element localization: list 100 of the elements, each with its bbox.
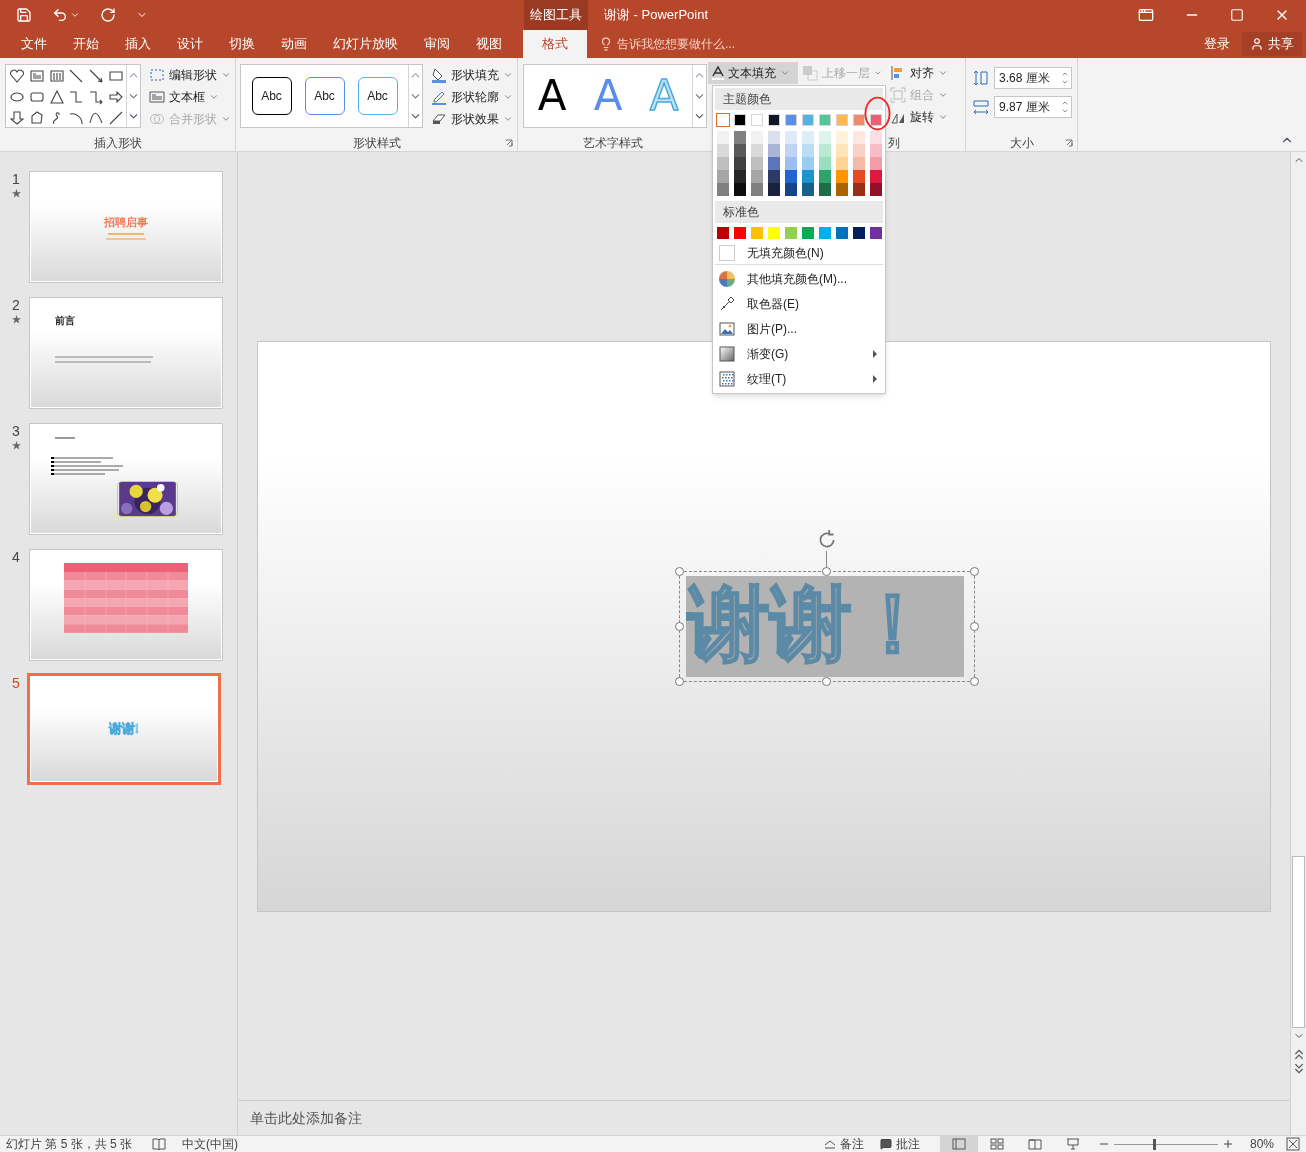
elbow-connector-icon[interactable] (68, 89, 85, 105)
color-swatch[interactable] (768, 131, 780, 144)
menu-item[interactable]: 其他填充颜色(M)... (713, 266, 885, 291)
color-swatch[interactable] (751, 170, 763, 183)
color-swatch[interactable] (836, 144, 848, 157)
color-swatch[interactable] (717, 157, 729, 170)
color-swatch[interactable] (785, 144, 797, 157)
dialog-launcher-icon[interactable] (1065, 139, 1073, 147)
ribbon-tab[interactable]: 文件 (8, 30, 60, 58)
color-swatch[interactable] (734, 227, 746, 239)
ribbon-command[interactable]: 对齐 (886, 62, 965, 84)
spellcheck-icon[interactable] (152, 1137, 167, 1151)
color-swatch[interactable] (751, 157, 763, 170)
menu-item[interactable]: 纹理(T) (713, 366, 885, 391)
next-slide-icon[interactable] (1292, 1063, 1305, 1075)
down-arrow-icon[interactable] (9, 110, 25, 126)
spin-down-icon[interactable] (1061, 78, 1069, 86)
wordart-style-preset[interactable]: A (537, 75, 567, 117)
ribbon-tab[interactable]: 幻灯片放映 (320, 30, 411, 58)
ribbon-tab[interactable]: 格式 (523, 30, 587, 58)
resize-handle[interactable] (970, 621, 979, 631)
color-swatch[interactable] (734, 157, 746, 170)
color-swatch[interactable] (751, 131, 763, 144)
slide-thumbnail[interactable] (29, 549, 223, 661)
color-swatch[interactable] (836, 227, 848, 239)
color-swatch[interactable] (785, 114, 797, 126)
color-swatch[interactable] (853, 131, 865, 144)
shape-style-preset[interactable]: Abc (304, 77, 345, 115)
color-swatch[interactable] (853, 114, 865, 126)
slide-thumbnail[interactable]: 前言 (29, 297, 223, 409)
elbow-arrow-icon[interactable] (88, 89, 105, 105)
save-icon[interactable] (16, 7, 32, 23)
color-swatch[interactable] (819, 227, 831, 239)
resize-handle[interactable] (822, 566, 831, 576)
color-swatch[interactable] (768, 170, 780, 183)
color-swatch[interactable] (802, 144, 814, 157)
heart-icon[interactable] (9, 68, 25, 84)
color-swatch[interactable] (751, 183, 763, 196)
menu-item[interactable]: 无填充颜色(N) (713, 242, 885, 263)
color-swatch[interactable] (819, 114, 831, 126)
ribbon-command[interactable]: 形状效果 (427, 108, 517, 130)
color-swatch[interactable] (819, 170, 831, 183)
color-swatch[interactable] (768, 114, 780, 126)
color-swatch[interactable] (768, 157, 780, 170)
color-swatch[interactable] (802, 131, 814, 144)
color-swatch[interactable] (717, 131, 729, 144)
sign-in-link[interactable]: 登录 (1192, 30, 1242, 58)
color-swatch[interactable] (853, 227, 865, 239)
color-swatch[interactable] (734, 114, 746, 126)
repeat-icon[interactable] (100, 7, 116, 23)
color-swatch[interactable] (734, 131, 746, 144)
color-swatch[interactable] (785, 131, 797, 144)
caret-icon[interactable] (70, 10, 80, 20)
color-swatch[interactable] (717, 227, 729, 239)
color-swatch[interactable] (768, 183, 780, 196)
resize-handle[interactable] (675, 621, 684, 631)
fit-slide-icon[interactable] (1286, 1137, 1300, 1151)
color-swatch[interactable] (870, 114, 882, 126)
resize-handle[interactable] (970, 566, 979, 576)
color-swatch[interactable] (717, 183, 729, 196)
resize-handle[interactable] (675, 566, 684, 576)
color-swatch[interactable] (717, 170, 729, 183)
line-icon[interactable] (108, 110, 125, 126)
arc-icon[interactable] (68, 110, 85, 126)
color-swatch[interactable] (734, 144, 746, 157)
color-swatch[interactable] (751, 227, 763, 239)
line-icon[interactable] (68, 68, 85, 84)
slide-thumbnail[interactable] (29, 423, 223, 535)
arrow-line-icon[interactable] (88, 68, 105, 84)
zoom-in-icon[interactable] (1221, 1138, 1234, 1150)
ribbon-tab[interactable]: 开始 (60, 30, 112, 58)
share-button[interactable]: 共享 (1242, 32, 1302, 56)
color-swatch[interactable] (836, 131, 848, 144)
color-swatch[interactable] (802, 227, 814, 239)
color-swatch[interactable] (734, 183, 746, 196)
color-swatch[interactable] (802, 170, 814, 183)
resize-handle[interactable] (970, 676, 979, 686)
color-swatch[interactable] (836, 183, 848, 196)
spin-up-icon[interactable] (1061, 70, 1069, 78)
ribbon-tab[interactable]: 插入 (112, 30, 164, 58)
size-field[interactable]: 9.87 厘米 (994, 96, 1072, 118)
curve-icon[interactable] (88, 110, 105, 126)
color-swatch[interactable] (853, 170, 865, 183)
ribbon-tab[interactable]: 视图 (463, 30, 515, 58)
shape-style-preset[interactable]: Abc (251, 77, 292, 115)
color-swatch[interactable] (836, 114, 848, 126)
color-swatch[interactable] (751, 114, 763, 126)
undo-icon[interactable] (52, 7, 68, 23)
maximize-icon[interactable] (1230, 8, 1244, 22)
right-arrow-icon[interactable] (108, 89, 125, 105)
color-swatch[interactable] (836, 157, 848, 170)
ribbon-command[interactable]: 编辑形状 (145, 64, 235, 86)
zoom-level[interactable]: 80% (1249, 1135, 1274, 1152)
color-swatch[interactable] (785, 157, 797, 170)
color-swatch[interactable] (751, 144, 763, 157)
color-swatch[interactable] (785, 227, 797, 239)
text-fill-button[interactable]: 文本填充 (708, 62, 798, 84)
notes-button[interactable]: 备注 (823, 1135, 864, 1152)
ribbon-command[interactable]: 文本框 (145, 86, 235, 108)
color-swatch[interactable] (819, 183, 831, 196)
